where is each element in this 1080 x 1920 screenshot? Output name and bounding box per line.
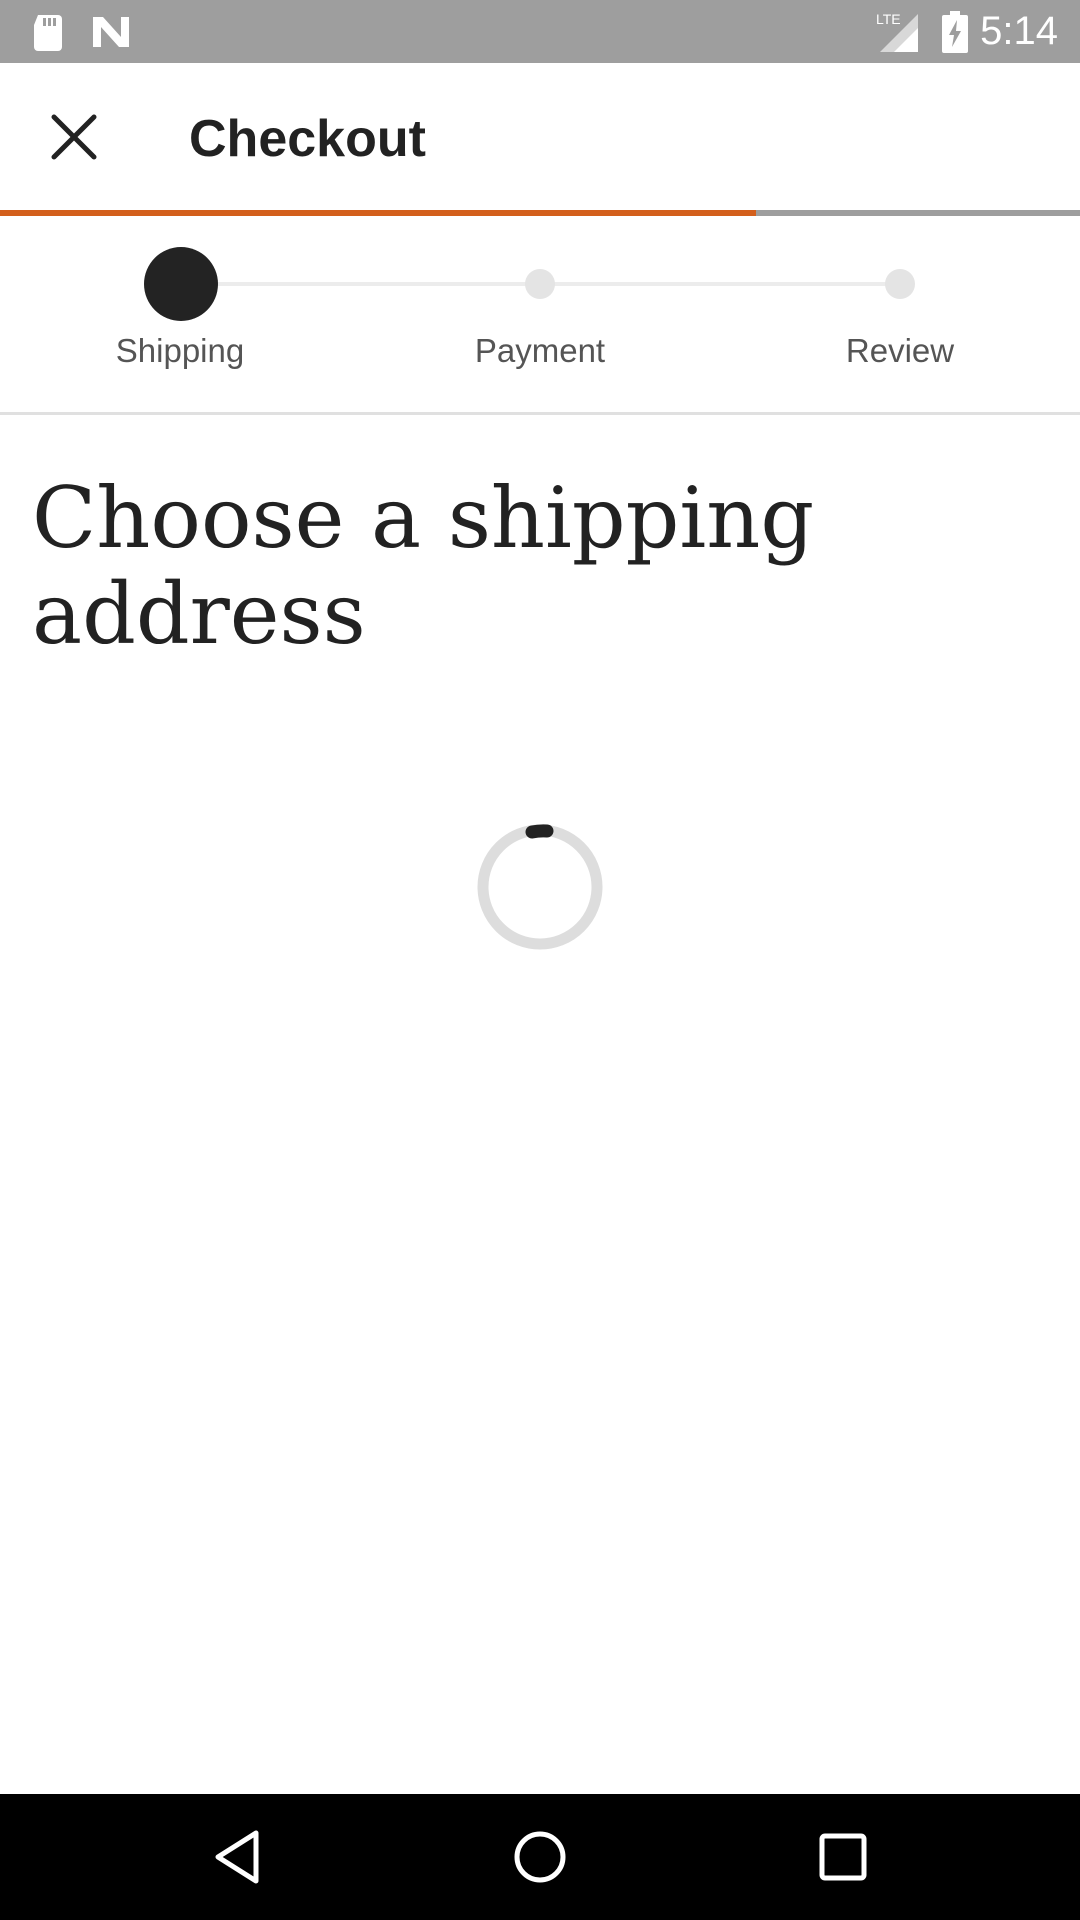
network-label: LTE: [876, 11, 901, 27]
step-indicator-shipping-active: [144, 247, 218, 321]
step-indicator-review: [885, 269, 915, 299]
loading-spinner: [475, 822, 605, 952]
sd-card-icon: [30, 0, 66, 63]
step-label-shipping: Shipping: [115, 332, 245, 369]
step-connector: [180, 282, 540, 286]
back-icon: [215, 1830, 259, 1884]
status-time: 5:14: [980, 9, 1058, 53]
step-indicator-payment: [525, 269, 555, 299]
section-heading: Choose a shipping address: [32, 469, 815, 663]
checkout-screen: LTE 5:14 Checkout Shipping Payment Revie…: [0, 0, 1080, 1920]
battery-charging-icon: [940, 0, 970, 63]
divider: [0, 412, 1080, 415]
nav-back-button[interactable]: [172, 1794, 302, 1920]
recents-icon: [819, 1833, 867, 1881]
close-button[interactable]: [38, 101, 110, 173]
step-label-payment: Payment: [474, 332, 606, 369]
close-icon: [51, 114, 97, 160]
navigation-bar: [0, 1794, 1080, 1920]
lte-signal-icon: LTE: [876, 0, 920, 63]
step-connector: [540, 282, 900, 286]
app-bar: Checkout: [0, 63, 1080, 212]
nav-recents-button[interactable]: [778, 1794, 908, 1920]
page-title: Checkout: [189, 110, 426, 168]
n-logo-icon: [90, 0, 132, 63]
checkout-stepper: Shipping Payment Review: [0, 216, 1080, 412]
home-icon: [514, 1831, 566, 1883]
nav-home-button[interactable]: [475, 1794, 605, 1920]
step-label-review: Review: [845, 332, 955, 369]
status-bar: LTE 5:14: [0, 0, 1080, 63]
